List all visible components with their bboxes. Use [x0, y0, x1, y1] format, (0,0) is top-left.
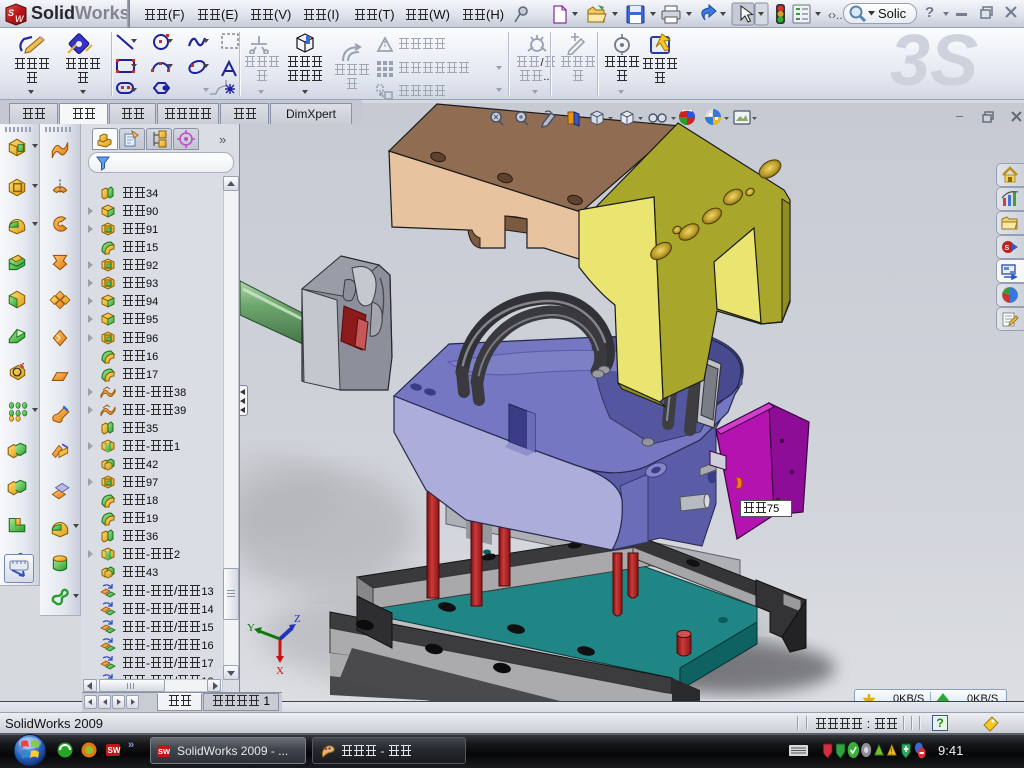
svg-text:‹›..: ‹›.. — [828, 8, 843, 22]
svg-text:X: X — [276, 665, 284, 677]
svg-text:Z: Z — [294, 613, 301, 625]
svg-text:SW: SW — [158, 747, 171, 756]
svg-text:SW: SW — [108, 746, 121, 755]
svg-text:S: S — [8, 8, 14, 18]
svg-text:!: ! — [890, 748, 892, 756]
svg-text:S: S — [1005, 245, 1010, 252]
